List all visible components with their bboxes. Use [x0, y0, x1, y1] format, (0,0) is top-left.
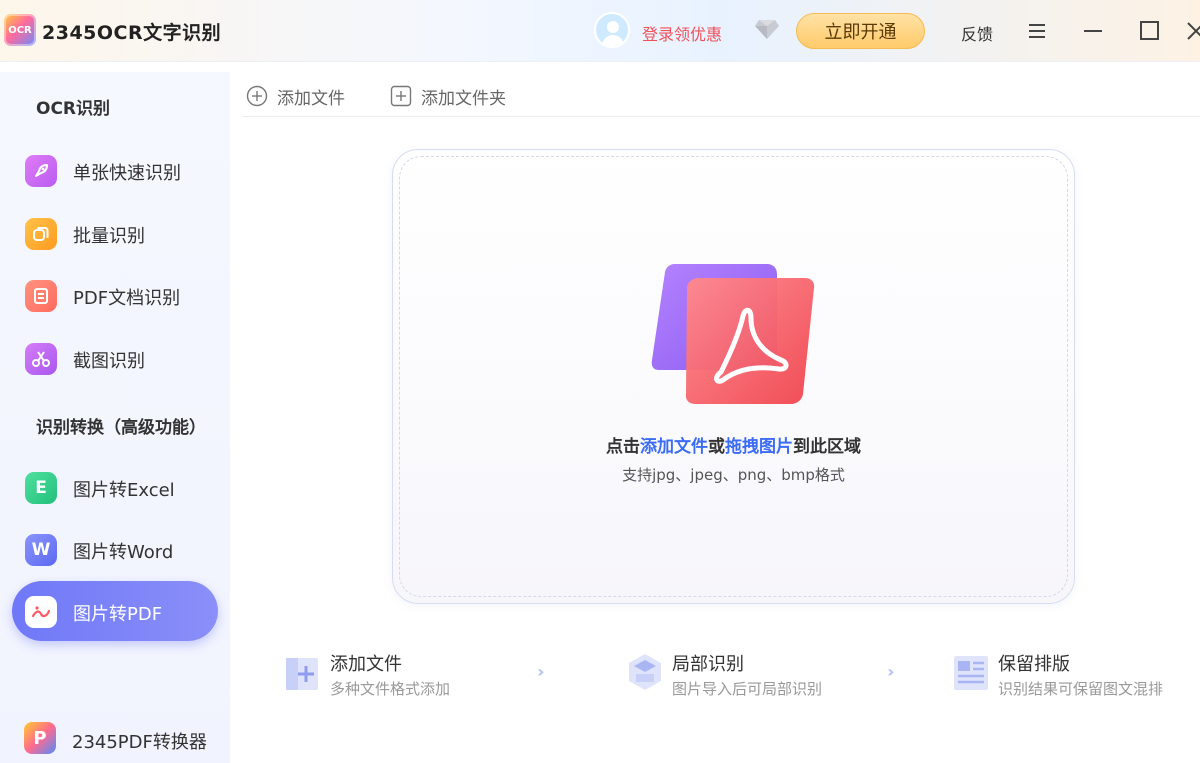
vip-diamond-icon — [755, 20, 779, 39]
app-title: 2345OCR文字识别 — [42, 22, 222, 44]
pdf-converter-app-icon: P — [24, 722, 56, 754]
drop-text: 或 — [708, 437, 725, 457]
drop-instruction: 点击添加文件或拖拽图片到此区域 — [393, 432, 1074, 457]
sidebar-item-image-to-word[interactable]: W 图片转Word — [12, 519, 218, 579]
feature-title: 保留排版 — [998, 654, 1070, 675]
drag-image-link[interactable]: 拖拽图片 — [725, 437, 793, 457]
file-drop-zone[interactable]: 点击添加文件或拖拽图片到此区域 支持jpg、jpeg、png、bmp格式 — [392, 149, 1075, 604]
sidebar-item-label: 图片转Word — [73, 542, 174, 563]
feature-title: 添加文件 — [330, 654, 402, 675]
add-file-label: 添加文件 — [277, 88, 345, 109]
sidebar-item-single-quick-ocr[interactable]: 单张快速识别 — [12, 140, 218, 200]
hexagon-scan-icon — [629, 654, 661, 690]
sidebar-item-image-to-excel[interactable]: E 图片转Excel — [12, 457, 218, 517]
excel-icon: E — [25, 472, 57, 504]
pdf-file-illustration-icon — [651, 264, 815, 404]
sidebar-item-label: 单张快速识别 — [73, 163, 181, 184]
feature-desc: 多种文件格式添加 — [330, 680, 451, 698]
toolbar: 添加文件 添加文件夹 — [242, 72, 1200, 117]
pdf-converter-label: 2345PDF转换器 — [72, 732, 207, 753]
plus-circle-icon — [246, 85, 268, 107]
feature-title: 局部识别 — [672, 654, 744, 675]
close-icon[interactable] — [1186, 16, 1200, 46]
supported-formats: 支持jpg、jpeg、png、bmp格式 — [622, 466, 845, 484]
sidebar-item-label: 图片转Excel — [73, 480, 175, 501]
vip-activate-button[interactable]: 立即开通 — [796, 13, 925, 49]
sidebar-item-pdf-ocr[interactable]: PDF文档识别 — [12, 265, 218, 325]
drop-text: 到此区域 — [793, 437, 861, 457]
stack-icon — [25, 218, 57, 250]
sidebar-item-label: 批量识别 — [73, 226, 145, 247]
feedback-button[interactable]: 反馈 — [961, 21, 993, 45]
minimize-icon[interactable] — [1078, 16, 1108, 46]
app-logo-icon: OCR — [4, 14, 36, 46]
add-document-icon — [286, 658, 318, 690]
sidebar-item-batch-ocr[interactable]: 批量识别 — [12, 203, 218, 263]
chevron-right-icon: ›› — [887, 662, 894, 681]
sidebar-item-image-to-pdf[interactable]: 图片转PDF — [12, 581, 218, 641]
rocket-icon — [25, 155, 57, 187]
user-avatar[interactable] — [594, 12, 630, 48]
feature-desc: 图片导入后可局部识别 — [672, 680, 823, 698]
word-icon: W — [25, 534, 57, 566]
maximize-icon[interactable] — [1134, 16, 1164, 46]
scissors-icon — [25, 343, 57, 375]
sidebar-item-label: 截图识别 — [73, 351, 145, 372]
plus-square-icon — [390, 85, 412, 107]
add-file-button[interactable]: 添加文件 — [246, 85, 345, 109]
add-file-link[interactable]: 添加文件 — [640, 437, 708, 457]
sidebar-item-label: 图片转PDF — [73, 604, 163, 625]
document-icon — [25, 280, 57, 312]
add-folder-label: 添加文件夹 — [421, 88, 506, 109]
sidebar: OCR识别 单张快速识别 批量识别 PDF文档识别 截图识别 识别转换（高级功能… — [0, 72, 230, 763]
login-promo-link[interactable]: 登录领优惠 — [642, 21, 722, 45]
pdf-icon — [25, 596, 57, 628]
add-folder-button[interactable]: 添加文件夹 — [390, 85, 506, 109]
title-bar: OCR 2345OCR文字识别 登录领优惠 立即开通 反馈 — [0, 0, 1200, 62]
layout-icon — [954, 656, 988, 690]
sidebar-item-label: PDF文档识别 — [73, 288, 181, 309]
section-title-ocr: OCR识别 — [36, 99, 111, 119]
menu-icon[interactable] — [1022, 16, 1052, 46]
drop-text: 点击 — [606, 437, 640, 457]
section-title-convert: 识别转换（高级功能） — [36, 418, 206, 438]
sidebar-item-screenshot-ocr[interactable]: 截图识别 — [12, 328, 218, 388]
chevron-right-icon: ›› — [537, 662, 544, 681]
feature-desc: 识别结果可保留图文混排 — [998, 680, 1164, 698]
